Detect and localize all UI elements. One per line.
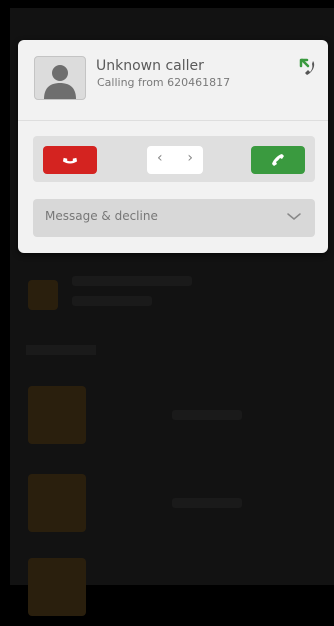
caller-name: Unknown caller <box>96 58 204 74</box>
background-avatar <box>28 280 58 310</box>
dropdown-label: Message & decline <box>45 209 158 223</box>
call-action-bar: ‹ › <box>33 136 315 182</box>
divider <box>18 120 328 121</box>
background-avatar <box>28 474 86 532</box>
hang-up-icon <box>62 157 78 164</box>
background-avatar <box>28 386 86 444</box>
background-text <box>72 296 152 306</box>
incoming-call-icon <box>299 58 315 75</box>
chevron-right-icon: › <box>187 150 193 166</box>
background-text <box>172 498 242 508</box>
incoming-call-card: Unknown caller Calling from 620461817 ‹ … <box>18 40 328 253</box>
phone-icon <box>272 154 284 166</box>
background-avatar <box>28 558 86 616</box>
background-section-header <box>26 345 96 355</box>
background-contact-row <box>12 466 326 542</box>
message-decline-dropdown[interactable]: Message & decline <box>33 199 315 237</box>
caller-avatar <box>34 56 86 100</box>
caller-number: Calling from 620461817 <box>97 76 231 89</box>
background-text <box>72 276 192 286</box>
chevron-down-icon <box>287 213 301 220</box>
decline-button[interactable] <box>43 146 97 174</box>
background-item <box>12 258 326 334</box>
background-text <box>172 410 242 420</box>
background-contact-row <box>12 378 326 454</box>
background-contact-row <box>12 550 326 626</box>
accept-button[interactable] <box>251 146 305 174</box>
person-icon <box>44 65 76 99</box>
chevron-left-icon: ‹ <box>157 150 163 166</box>
answer-slider[interactable]: ‹ › <box>147 146 203 174</box>
